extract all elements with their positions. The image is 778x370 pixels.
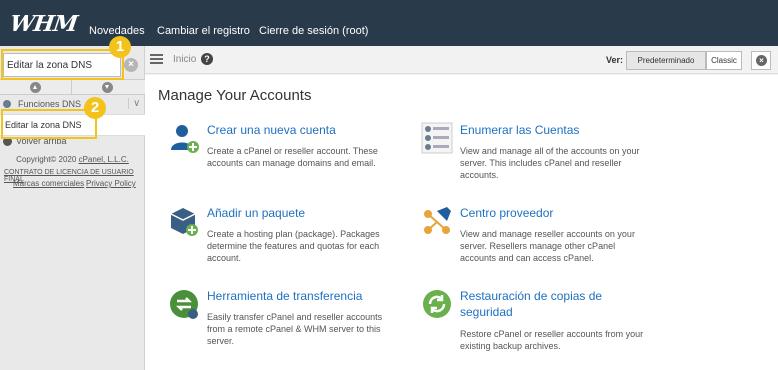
callout-badge-1: 1 bbox=[109, 36, 131, 58]
dns-functions-icon bbox=[3, 100, 11, 108]
list-accounts-link[interactable]: Enumerar las Cuentas bbox=[460, 122, 579, 138]
create-account-link[interactable]: Crear una nueva cuenta bbox=[207, 122, 336, 138]
nav-novedades[interactable]: Novedades bbox=[89, 25, 145, 37]
reseller-center-link[interactable]: Centro proveedor bbox=[460, 205, 553, 221]
backup-restore-link[interactable]: Restauración de copias de seguridad bbox=[460, 288, 602, 320]
close-icon: × bbox=[756, 55, 767, 66]
main-content: Manage Your Accounts Crear una nueva cue… bbox=[145, 75, 778, 370]
create-account-icon bbox=[171, 125, 199, 153]
collapse-all-icon[interactable] bbox=[30, 82, 41, 93]
view-default-button[interactable]: Predeterminado bbox=[626, 51, 706, 70]
page-title: Manage Your Accounts bbox=[158, 87, 312, 104]
add-package-icon bbox=[170, 208, 198, 236]
list-accounts-icon bbox=[421, 122, 453, 154]
cpanel-link[interactable]: cPanel, L.L.C. bbox=[79, 155, 129, 164]
card-desc: Create a cPanel or reseller account. The… bbox=[207, 146, 378, 168]
callout-box-1 bbox=[1, 49, 124, 80]
add-package-link[interactable]: Añadir un paquete bbox=[207, 205, 305, 221]
nav-change-log[interactable]: Cambiar el registro bbox=[157, 25, 250, 37]
card-desc: View and manage reseller accounts on you… bbox=[460, 229, 635, 263]
transfer-tool-link[interactable]: Herramienta de transferencia bbox=[207, 288, 362, 304]
sidebar: × Funciones DNS ∨ Editar la zona DNS Vol… bbox=[0, 46, 145, 370]
transfer-tool-icon bbox=[170, 290, 198, 319]
reseller-center-icon bbox=[424, 207, 451, 234]
view-label: Ver: bbox=[606, 55, 624, 65]
card-desc: View and manage all of the accounts on y… bbox=[460, 146, 640, 180]
category-label: Funciones DNS bbox=[18, 99, 82, 109]
menu-toggle-icon[interactable] bbox=[150, 54, 163, 64]
backup-restore-icon bbox=[423, 290, 451, 318]
card-desc: Easily transfer cPanel and reseller acco… bbox=[207, 312, 383, 346]
privacy-link[interactable]: Privacy Policy bbox=[86, 179, 136, 188]
main-toolbar: Inicio ? Ver: Predeterminado Classic × bbox=[145, 46, 778, 74]
copyright: Copyright© 2020 cPanel, L.L.C. bbox=[16, 155, 129, 164]
nav-logout[interactable]: Cierre de sesión (root) bbox=[259, 25, 368, 37]
view-classic-button[interactable]: Classic bbox=[706, 51, 742, 70]
breadcrumb[interactable]: Inicio bbox=[173, 54, 196, 65]
clear-search-icon[interactable]: × bbox=[124, 58, 138, 72]
close-button[interactable]: × bbox=[751, 51, 771, 70]
callout-box-2 bbox=[1, 109, 97, 139]
collapse-controls bbox=[0, 79, 145, 95]
help-icon[interactable]: ? bbox=[201, 53, 213, 65]
trademarks-link[interactable]: Marcas comerciales bbox=[13, 179, 84, 188]
expand-all-icon[interactable] bbox=[102, 82, 113, 93]
card-desc: Restore cPanel or reseller accounts from… bbox=[460, 329, 644, 351]
chevron-down-icon[interactable]: ∨ bbox=[128, 98, 140, 109]
whm-logo[interactable]: WHM bbox=[8, 11, 79, 37]
callout-badge-2: 2 bbox=[84, 97, 106, 119]
card-desc: Create a hosting plan (package). Package… bbox=[207, 229, 380, 263]
